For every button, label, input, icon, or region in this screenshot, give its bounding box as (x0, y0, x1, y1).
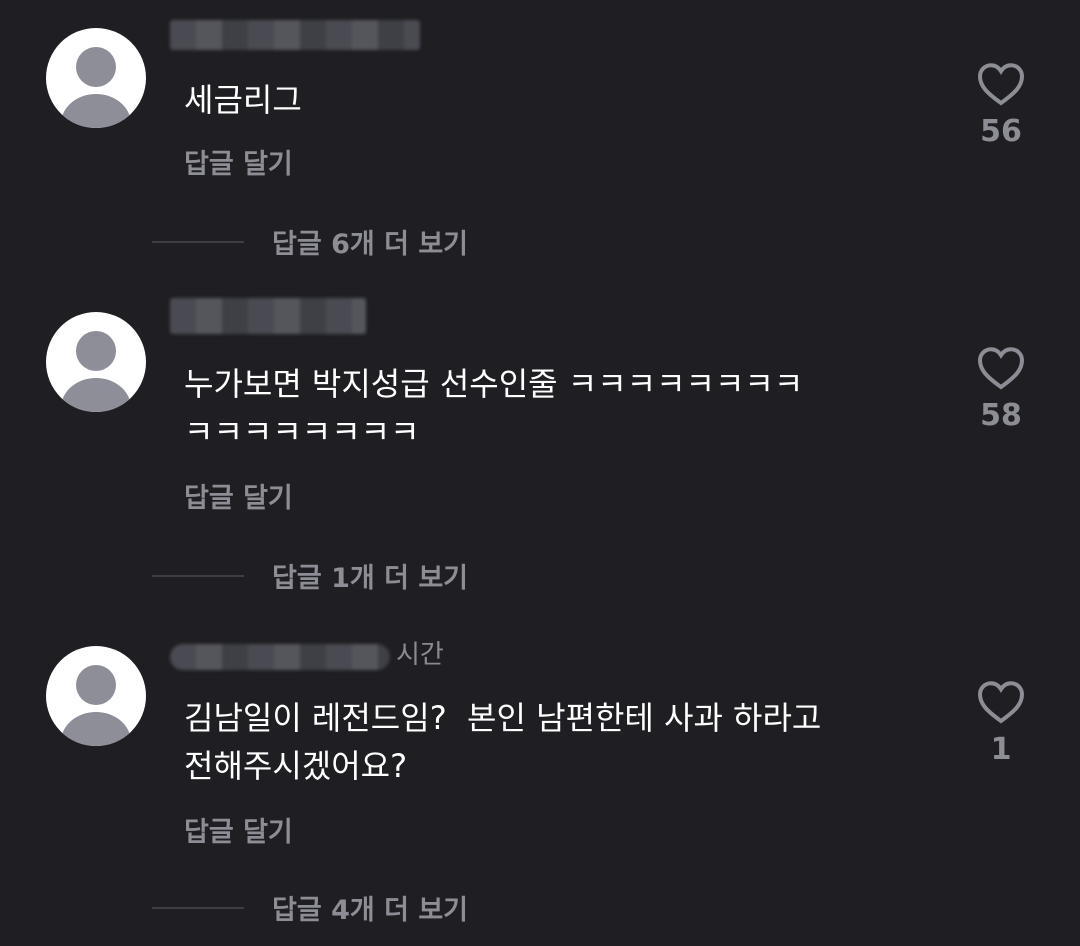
view-replies-label: 답글 1개 더 보기 (272, 563, 469, 594)
username[interactable] (170, 16, 420, 50)
view-replies-button[interactable]: 답글 4개 더 보기 (152, 888, 468, 927)
thread-divider (152, 574, 244, 577)
like-area: 56 (960, 62, 1042, 149)
avatar-shoulders (61, 94, 131, 128)
comment-text: 누가보면 박지성급 선수인줄 ㅋㅋㅋㅋㅋㅋㅋㅋ ㅋㅋㅋㅋㅋㅋㅋㅋ (184, 365, 804, 451)
heart-icon[interactable] (977, 346, 1025, 390)
avatar-head (76, 665, 116, 705)
like-area: 58 (960, 346, 1042, 433)
like-count: 56 (980, 114, 1022, 149)
avatar[interactable] (46, 28, 146, 128)
like-count: 58 (980, 398, 1022, 433)
username-redacted (170, 298, 366, 334)
reply-button[interactable]: 답글 달기 (184, 142, 293, 181)
avatar-head (76, 47, 116, 87)
like-area: 1 (960, 680, 1042, 767)
username-redacted (170, 644, 390, 670)
like-count: 1 (990, 732, 1012, 767)
thread-divider (152, 240, 244, 243)
username[interactable] (170, 298, 366, 334)
avatar[interactable] (46, 646, 146, 746)
comment-time: 시간 (396, 640, 444, 670)
view-replies-button[interactable]: 답글 1개 더 보기 (152, 556, 468, 595)
username-redacted (170, 20, 420, 50)
avatar[interactable] (46, 312, 146, 412)
username[interactable]: 시간 (170, 636, 444, 670)
avatar-shoulders (61, 378, 131, 412)
view-replies-label: 답글 4개 더 보기 (272, 895, 469, 926)
reply-button[interactable]: 답글 달기 (184, 810, 293, 849)
heart-icon[interactable] (977, 62, 1025, 106)
avatar-head (76, 331, 116, 371)
view-replies-label: 답글 6개 더 보기 (272, 229, 469, 260)
heart-icon[interactable] (977, 680, 1025, 724)
view-replies-button[interactable]: 답글 6개 더 보기 (152, 222, 468, 261)
comment-text: 세금리그 (184, 81, 302, 119)
comment-text: 김남일이 레전드임? 본인 남편한테 사과 하라고 전해주시겠어요? (184, 699, 822, 785)
reply-button[interactable]: 답글 달기 (184, 476, 293, 515)
avatar-shoulders (61, 712, 131, 746)
thread-divider (152, 906, 244, 909)
